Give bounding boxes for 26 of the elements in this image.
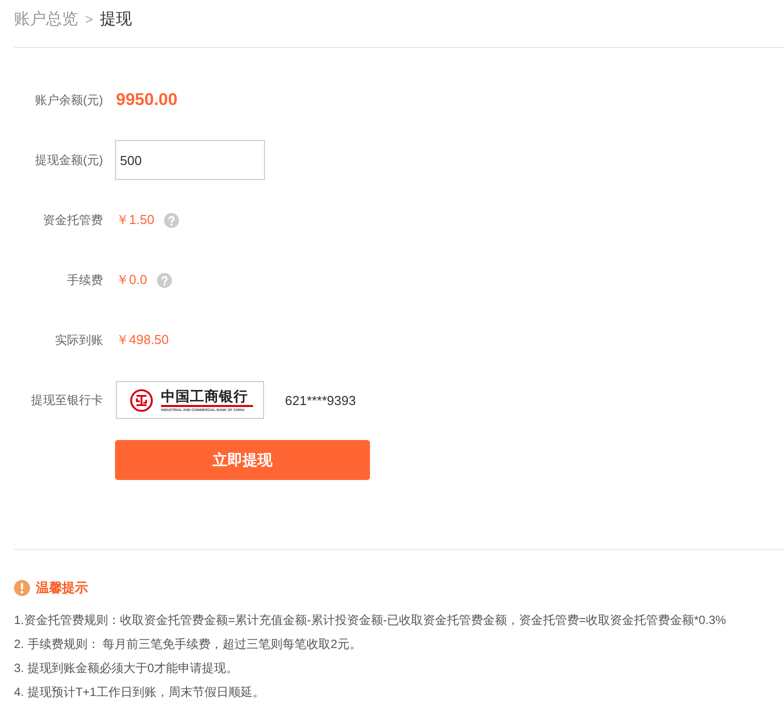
- amount-value: ￥1.50: [116, 211, 154, 229]
- tip-text: 2. 手续费规则： 每月前三笔免手续费，超过三笔则每笔收取2元。: [14, 636, 362, 653]
- tip-text: 1.资金托管费规则：收取资金托管费金额=累计充值金额-累计投资金额-已收取资金托管费金额，资金托管费=收取资金托管费金额*0.3%: [14, 612, 726, 629]
- field-label: 手续费: [67, 272, 103, 288]
- field-label: 提现至银行卡: [31, 392, 103, 408]
- bank-emblem-icon: [130, 388, 153, 412]
- amount-value: ￥498.50: [116, 331, 169, 349]
- amount-value: ￥0.0: [116, 271, 148, 289]
- amount-input[interactable]: 500: [115, 140, 265, 180]
- field-label: 实际到账: [55, 332, 103, 348]
- withdraw-button[interactable]: 立即提现: [115, 440, 370, 480]
- breadcrumb-current: 提现: [100, 10, 132, 30]
- warning-icon: [14, 580, 30, 596]
- field-label: 资金托管费: [43, 212, 103, 228]
- tip-text: 3. 提现到账金额必须大于0才能申请提现。: [14, 660, 238, 677]
- balance-amount: 9950.00: [116, 90, 178, 110]
- field-label: 提现金额(元): [35, 152, 103, 168]
- breadcrumb-link[interactable]: 账户总览: [14, 8, 78, 30]
- tips-title: 温馨提示: [36, 579, 88, 597]
- card-number: 621****9393: [285, 392, 356, 408]
- breadcrumb-separator: >: [85, 11, 94, 27]
- help-icon[interactable]: [157, 272, 172, 288]
- bank-name: 中国工商银行: [161, 388, 248, 404]
- tip-text: 4. 提现预计T+1工作日到账，周末节假日顺延。: [14, 684, 264, 701]
- help-icon[interactable]: [164, 212, 180, 228]
- field-label: 账户余额(元): [35, 92, 103, 108]
